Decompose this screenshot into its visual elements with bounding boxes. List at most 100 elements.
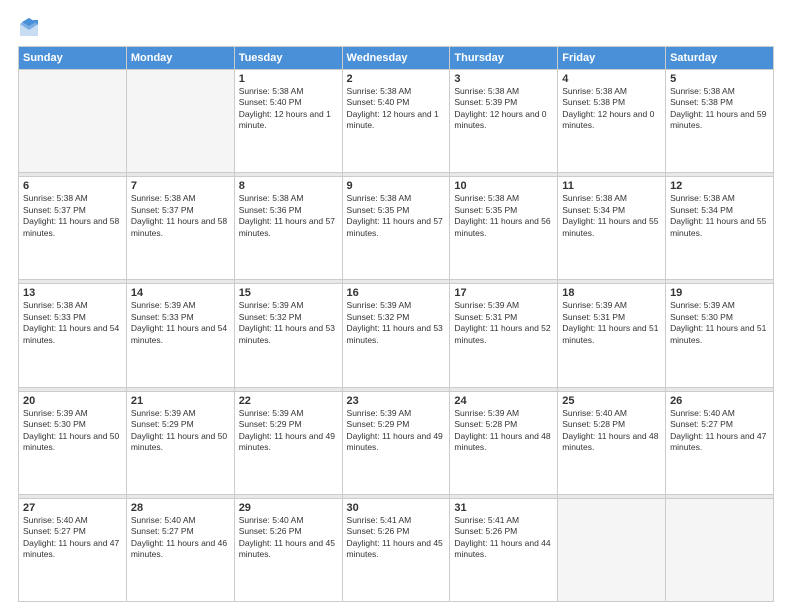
- day-info: Sunrise: 5:38 AMSunset: 5:34 PMDaylight:…: [670, 193, 769, 239]
- day-number: 14: [131, 287, 230, 299]
- weekday-header-thursday: Thursday: [450, 47, 558, 70]
- day-info: Sunrise: 5:39 AMSunset: 5:30 PMDaylight:…: [670, 300, 769, 346]
- calendar-week-4: 20Sunrise: 5:39 AMSunset: 5:30 PMDayligh…: [19, 391, 774, 494]
- calendar-cell: 3Sunrise: 5:38 AMSunset: 5:39 PMDaylight…: [450, 70, 558, 173]
- day-number: 13: [23, 287, 122, 299]
- day-info: Sunrise: 5:38 AMSunset: 5:38 PMDaylight:…: [562, 86, 661, 132]
- weekday-header-wednesday: Wednesday: [342, 47, 450, 70]
- day-info: Sunrise: 5:38 AMSunset: 5:34 PMDaylight:…: [562, 193, 661, 239]
- day-number: 16: [347, 287, 446, 299]
- calendar-cell: 19Sunrise: 5:39 AMSunset: 5:30 PMDayligh…: [666, 284, 774, 387]
- weekday-header-row: SundayMondayTuesdayWednesdayThursdayFrid…: [19, 47, 774, 70]
- day-number: 26: [670, 395, 769, 407]
- calendar-cell: 16Sunrise: 5:39 AMSunset: 5:32 PMDayligh…: [342, 284, 450, 387]
- day-info: Sunrise: 5:39 AMSunset: 5:28 PMDaylight:…: [454, 408, 553, 454]
- calendar-cell: 7Sunrise: 5:38 AMSunset: 5:37 PMDaylight…: [126, 177, 234, 280]
- weekday-header-monday: Monday: [126, 47, 234, 70]
- calendar-cell: 26Sunrise: 5:40 AMSunset: 5:27 PMDayligh…: [666, 391, 774, 494]
- day-number: 20: [23, 395, 122, 407]
- calendar-cell: 11Sunrise: 5:38 AMSunset: 5:34 PMDayligh…: [558, 177, 666, 280]
- day-info: Sunrise: 5:40 AMSunset: 5:28 PMDaylight:…: [562, 408, 661, 454]
- calendar-cell: 12Sunrise: 5:38 AMSunset: 5:34 PMDayligh…: [666, 177, 774, 280]
- calendar-cell: 25Sunrise: 5:40 AMSunset: 5:28 PMDayligh…: [558, 391, 666, 494]
- day-info: Sunrise: 5:41 AMSunset: 5:26 PMDaylight:…: [454, 515, 553, 561]
- day-number: 27: [23, 502, 122, 514]
- day-number: 23: [347, 395, 446, 407]
- day-info: Sunrise: 5:40 AMSunset: 5:27 PMDaylight:…: [131, 515, 230, 561]
- day-number: 1: [239, 73, 338, 85]
- calendar-cell: 30Sunrise: 5:41 AMSunset: 5:26 PMDayligh…: [342, 498, 450, 601]
- day-number: 30: [347, 502, 446, 514]
- calendar-week-5: 27Sunrise: 5:40 AMSunset: 5:27 PMDayligh…: [19, 498, 774, 601]
- day-info: Sunrise: 5:38 AMSunset: 5:36 PMDaylight:…: [239, 193, 338, 239]
- day-number: 4: [562, 73, 661, 85]
- day-number: 10: [454, 180, 553, 192]
- day-number: 2: [347, 73, 446, 85]
- day-number: 24: [454, 395, 553, 407]
- day-number: 15: [239, 287, 338, 299]
- day-number: 5: [670, 73, 769, 85]
- calendar-cell: 29Sunrise: 5:40 AMSunset: 5:26 PMDayligh…: [234, 498, 342, 601]
- day-number: 12: [670, 180, 769, 192]
- day-info: Sunrise: 5:38 AMSunset: 5:35 PMDaylight:…: [454, 193, 553, 239]
- calendar-cell: 31Sunrise: 5:41 AMSunset: 5:26 PMDayligh…: [450, 498, 558, 601]
- day-info: Sunrise: 5:38 AMSunset: 5:37 PMDaylight:…: [23, 193, 122, 239]
- logo-icon: [18, 16, 40, 38]
- weekday-header-saturday: Saturday: [666, 47, 774, 70]
- calendar-week-2: 6Sunrise: 5:38 AMSunset: 5:37 PMDaylight…: [19, 177, 774, 280]
- day-number: 8: [239, 180, 338, 192]
- calendar-cell: [126, 70, 234, 173]
- day-number: 7: [131, 180, 230, 192]
- day-info: Sunrise: 5:39 AMSunset: 5:29 PMDaylight:…: [347, 408, 446, 454]
- calendar-cell: 23Sunrise: 5:39 AMSunset: 5:29 PMDayligh…: [342, 391, 450, 494]
- calendar-cell: [19, 70, 127, 173]
- day-info: Sunrise: 5:40 AMSunset: 5:27 PMDaylight:…: [23, 515, 122, 561]
- calendar-cell: 9Sunrise: 5:38 AMSunset: 5:35 PMDaylight…: [342, 177, 450, 280]
- calendar-cell: 5Sunrise: 5:38 AMSunset: 5:38 PMDaylight…: [666, 70, 774, 173]
- day-info: Sunrise: 5:38 AMSunset: 5:33 PMDaylight:…: [23, 300, 122, 346]
- day-info: Sunrise: 5:39 AMSunset: 5:30 PMDaylight:…: [23, 408, 122, 454]
- calendar-cell: 15Sunrise: 5:39 AMSunset: 5:32 PMDayligh…: [234, 284, 342, 387]
- day-info: Sunrise: 5:38 AMSunset: 5:39 PMDaylight:…: [454, 86, 553, 132]
- day-number: 6: [23, 180, 122, 192]
- day-number: 28: [131, 502, 230, 514]
- day-number: 22: [239, 395, 338, 407]
- day-number: 11: [562, 180, 661, 192]
- calendar-cell: 17Sunrise: 5:39 AMSunset: 5:31 PMDayligh…: [450, 284, 558, 387]
- calendar-cell: 18Sunrise: 5:39 AMSunset: 5:31 PMDayligh…: [558, 284, 666, 387]
- day-info: Sunrise: 5:41 AMSunset: 5:26 PMDaylight:…: [347, 515, 446, 561]
- calendar-cell: 4Sunrise: 5:38 AMSunset: 5:38 PMDaylight…: [558, 70, 666, 173]
- weekday-header-sunday: Sunday: [19, 47, 127, 70]
- day-number: 17: [454, 287, 553, 299]
- day-info: Sunrise: 5:39 AMSunset: 5:33 PMDaylight:…: [131, 300, 230, 346]
- day-number: 3: [454, 73, 553, 85]
- calendar-cell: 8Sunrise: 5:38 AMSunset: 5:36 PMDaylight…: [234, 177, 342, 280]
- day-info: Sunrise: 5:39 AMSunset: 5:29 PMDaylight:…: [239, 408, 338, 454]
- day-info: Sunrise: 5:38 AMSunset: 5:38 PMDaylight:…: [670, 86, 769, 132]
- logo: [18, 16, 44, 38]
- weekday-header-tuesday: Tuesday: [234, 47, 342, 70]
- calendar-table: SundayMondayTuesdayWednesdayThursdayFrid…: [18, 46, 774, 602]
- calendar-cell: 13Sunrise: 5:38 AMSunset: 5:33 PMDayligh…: [19, 284, 127, 387]
- day-info: Sunrise: 5:40 AMSunset: 5:27 PMDaylight:…: [670, 408, 769, 454]
- calendar-cell: 28Sunrise: 5:40 AMSunset: 5:27 PMDayligh…: [126, 498, 234, 601]
- day-info: Sunrise: 5:39 AMSunset: 5:31 PMDaylight:…: [454, 300, 553, 346]
- calendar-week-1: 1Sunrise: 5:38 AMSunset: 5:40 PMDaylight…: [19, 70, 774, 173]
- calendar-cell: 21Sunrise: 5:39 AMSunset: 5:29 PMDayligh…: [126, 391, 234, 494]
- day-info: Sunrise: 5:38 AMSunset: 5:40 PMDaylight:…: [347, 86, 446, 132]
- day-info: Sunrise: 5:38 AMSunset: 5:40 PMDaylight:…: [239, 86, 338, 132]
- day-info: Sunrise: 5:39 AMSunset: 5:32 PMDaylight:…: [239, 300, 338, 346]
- day-info: Sunrise: 5:39 AMSunset: 5:31 PMDaylight:…: [562, 300, 661, 346]
- day-number: 29: [239, 502, 338, 514]
- weekday-header-friday: Friday: [558, 47, 666, 70]
- calendar-cell: 22Sunrise: 5:39 AMSunset: 5:29 PMDayligh…: [234, 391, 342, 494]
- header: [18, 16, 774, 38]
- calendar-cell: 6Sunrise: 5:38 AMSunset: 5:37 PMDaylight…: [19, 177, 127, 280]
- calendar-cell: 2Sunrise: 5:38 AMSunset: 5:40 PMDaylight…: [342, 70, 450, 173]
- calendar-cell: 27Sunrise: 5:40 AMSunset: 5:27 PMDayligh…: [19, 498, 127, 601]
- calendar-cell: 24Sunrise: 5:39 AMSunset: 5:28 PMDayligh…: [450, 391, 558, 494]
- calendar-week-3: 13Sunrise: 5:38 AMSunset: 5:33 PMDayligh…: [19, 284, 774, 387]
- day-number: 21: [131, 395, 230, 407]
- calendar-cell: 10Sunrise: 5:38 AMSunset: 5:35 PMDayligh…: [450, 177, 558, 280]
- day-info: Sunrise: 5:38 AMSunset: 5:37 PMDaylight:…: [131, 193, 230, 239]
